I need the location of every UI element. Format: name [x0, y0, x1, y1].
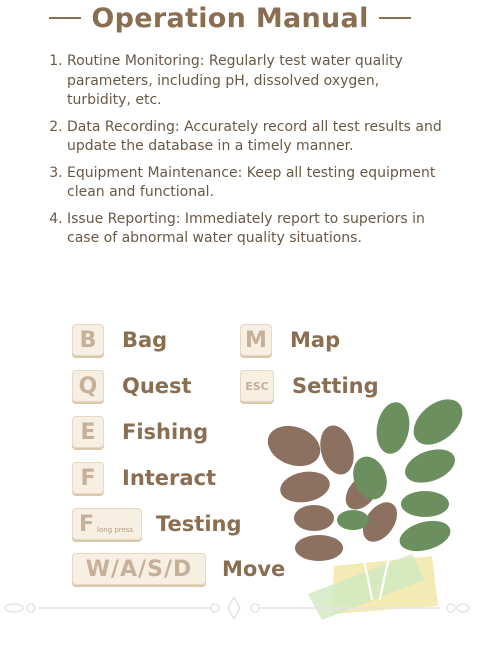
keycap-b: B — [72, 324, 104, 356]
keybind-map: M Map — [240, 323, 340, 357]
keybind-label: Interact — [122, 466, 217, 490]
keybind-interact: F Interact — [72, 461, 216, 495]
leaf-icon — [267, 399, 463, 561]
page-title: Operation Manual — [91, 2, 369, 34]
plant-tape-decoration — [267, 399, 463, 620]
keycap-f-letter: F — [79, 511, 95, 537]
keycap-e: E — [72, 416, 104, 448]
ornament-divider — [4, 596, 470, 620]
keybind-label: Fishing — [122, 420, 209, 444]
manual-list: Routine Monitoring: Regularly test water… — [48, 52, 447, 256]
keybind-move: W/A/S/D Move — [72, 552, 285, 586]
keybind-label: Bag — [122, 328, 168, 352]
manual-item: Data Recording: Accurately record all te… — [67, 118, 447, 157]
keybind-fishing: E Fishing — [72, 415, 208, 449]
manual-item: Equipment Maintenance: Keep all testing … — [67, 164, 447, 203]
keycap-m: M — [240, 324, 272, 356]
keybind-label: Testing — [156, 512, 242, 536]
keybind-label: Map — [290, 328, 341, 352]
keycap-long-press-note: long press — [97, 526, 134, 534]
keybind-testing: F long press Testing — [72, 507, 242, 541]
keycap-f: F — [72, 462, 104, 494]
keycap-wasd: W/A/S/D — [72, 553, 206, 585]
manual-item: Issue Reporting: Immediately report to s… — [67, 210, 447, 249]
manual-item: Routine Monitoring: Regularly test water… — [67, 52, 447, 111]
title-bar: Operation Manual — [0, 0, 460, 36]
title-line-left — [49, 17, 82, 19]
keycap-f-long-press: F long press — [72, 508, 142, 540]
title-line-right — [378, 17, 411, 19]
keybind-quest: Q Quest — [72, 369, 192, 403]
keybind-label: Quest — [122, 374, 192, 398]
keybind-bag: B Bag — [72, 323, 167, 357]
keycap-q: Q — [72, 370, 104, 402]
